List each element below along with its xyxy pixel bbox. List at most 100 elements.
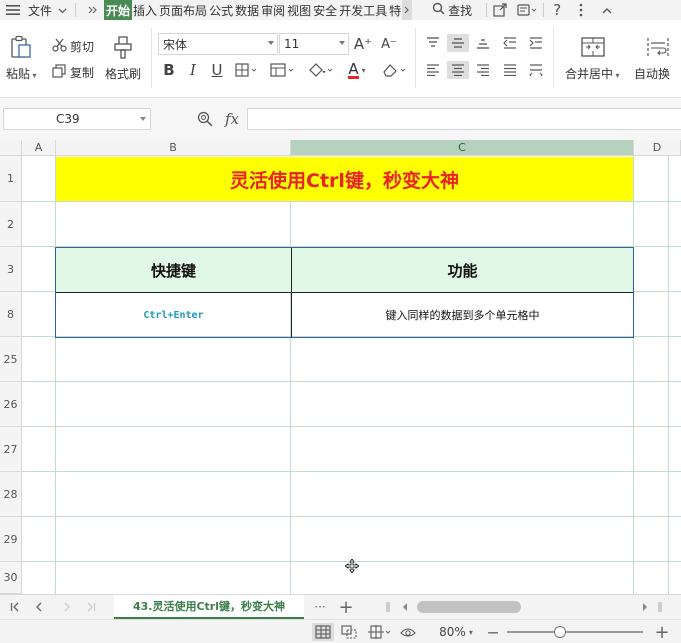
eye-protection-icon[interactable] (398, 623, 418, 641)
clear-format-icon[interactable] (380, 60, 410, 80)
underline-button[interactable]: U (208, 60, 226, 80)
tab-special[interactable]: 特 (388, 0, 402, 20)
tab-insert[interactable]: 插入 (132, 0, 158, 20)
format-painter-button[interactable]: 格式刷 (105, 65, 141, 82)
fill-pattern-icon[interactable] (269, 60, 297, 80)
last-sheet-icon[interactable] (84, 598, 98, 616)
italic-button[interactable]: I (184, 60, 202, 80)
align-right-icon[interactable] (474, 61, 492, 79)
row-header-25[interactable]: 25 (0, 337, 22, 382)
scissors-icon[interactable] (50, 37, 68, 53)
more-options-icon[interactable] (572, 0, 590, 20)
row-header-28[interactable]: 28 (0, 472, 22, 517)
merge-center-button[interactable]: 合并居中 ▾ (565, 65, 620, 82)
tab-formulas[interactable]: 公式 (208, 0, 234, 20)
scroll-split-handle-icon[interactable] (656, 598, 664, 616)
zoom-in-button[interactable]: + (654, 622, 670, 643)
row-header-27[interactable]: 27 (0, 427, 22, 472)
column-header-b[interactable]: B (56, 140, 291, 156)
formula-input[interactable] (247, 108, 681, 130)
align-top-icon[interactable] (424, 34, 442, 52)
row-header-30[interactable]: 30 (0, 562, 22, 594)
sheet-tab-active[interactable]: 43.灵活使用Ctrl键，秒变大神 (114, 595, 304, 619)
paste-button[interactable]: 粘贴 ▾ (6, 65, 37, 82)
zoom-magnifier-icon[interactable] (196, 109, 214, 129)
zoom-level-button[interactable]: 80% ▾ (436, 623, 476, 641)
zoom-slider-knob[interactable] (554, 626, 566, 638)
table-cell-shortcut[interactable]: Ctrl+Enter (56, 293, 291, 337)
row-header-8[interactable]: 8 (0, 292, 22, 337)
zoom-out-button[interactable]: — (486, 623, 500, 641)
wrap-text-icon[interactable] (645, 35, 671, 59)
collapse-ribbon-icon[interactable] (598, 0, 616, 20)
more-sheets-button[interactable]: ··· (311, 598, 329, 616)
align-bottom-icon[interactable] (474, 34, 492, 52)
first-sheet-icon[interactable] (8, 598, 22, 616)
align-middle-icon[interactable] (447, 34, 469, 52)
justify-icon[interactable] (501, 61, 519, 79)
font-name-combo[interactable]: 宋体 (158, 33, 278, 55)
font-size-combo[interactable]: 11 (279, 33, 349, 55)
decrease-indent-icon[interactable] (501, 34, 519, 52)
add-sheet-button[interactable]: + (337, 597, 355, 618)
search-button[interactable]: 查找 (432, 0, 472, 20)
column-header-c[interactable]: C (291, 140, 634, 156)
double-chevron-right-icon[interactable] (84, 0, 102, 20)
tab-split-handle-icon[interactable] (384, 598, 392, 616)
increase-font-size-button[interactable]: A⁺ (352, 33, 374, 55)
next-sheet-icon[interactable] (60, 598, 74, 616)
scroll-left-icon[interactable] (400, 598, 410, 616)
fill-color-icon[interactable] (306, 60, 336, 80)
tab-home[interactable]: 开始 (104, 0, 133, 20)
row-header-26[interactable]: 26 (0, 382, 22, 427)
format-painter-icon[interactable] (111, 34, 135, 60)
row-header-1[interactable]: 1 (0, 156, 22, 202)
align-center-icon[interactable] (447, 61, 469, 79)
font-color-button[interactable]: A ▾ (342, 60, 372, 80)
tab-page-layout[interactable]: 页面布局 (158, 0, 208, 20)
merge-center-icon[interactable] (580, 35, 606, 59)
increase-indent-icon[interactable] (527, 34, 545, 52)
scroll-right-icon[interactable] (640, 598, 650, 616)
insert-function-button[interactable]: fx (220, 109, 244, 129)
hamburger-menu-icon[interactable] (4, 0, 22, 20)
tab-data[interactable]: 数据 (234, 0, 260, 20)
distributed-align-icon[interactable] (527, 61, 545, 79)
name-box[interactable]: C39 (3, 108, 151, 130)
zoom-slider-track[interactable] (507, 631, 643, 633)
page-layout-view-icon[interactable] (366, 623, 394, 641)
table-cell-function[interactable]: 键入同样的数据到多个单元格中 (292, 293, 633, 337)
row-header-29[interactable]: 29 (0, 517, 22, 562)
borders-icon[interactable] (234, 60, 260, 80)
copy-icon[interactable] (50, 63, 68, 79)
copy-button[interactable]: 复制 (70, 64, 94, 81)
align-left-icon[interactable] (424, 61, 442, 79)
share-icon[interactable] (491, 0, 509, 20)
table-header-shortcut[interactable]: 快捷键 (56, 248, 291, 293)
row-header-2[interactable]: 2 (0, 202, 22, 247)
sheet-title-cell[interactable]: 灵活使用Ctrl键，秒变大神 (56, 157, 633, 201)
paste-icon[interactable] (8, 34, 34, 60)
normal-view-icon[interactable] (312, 623, 334, 641)
column-header-d[interactable]: D (634, 140, 681, 156)
tab-developer[interactable]: 开发工具 (338, 0, 388, 20)
row-header-3[interactable]: 3 (0, 247, 22, 292)
tab-security[interactable]: 安全 (312, 0, 338, 20)
file-menu[interactable]: 文件 (28, 0, 67, 20)
wrap-text-button[interactable]: 自动换 (634, 65, 670, 82)
table-header-function[interactable]: 功能 (292, 248, 633, 293)
column-header-a[interactable]: A (22, 140, 56, 156)
select-all-corner[interactable] (0, 140, 22, 156)
collaborate-dropdown-icon[interactable] (515, 0, 539, 20)
help-icon[interactable]: ? (548, 0, 566, 20)
page-break-view-icon[interactable] (339, 623, 359, 641)
cut-button[interactable]: 剪切 (70, 38, 94, 55)
spreadsheet-grid[interactable]: A B C D 1 2 3 8 25 26 27 28 29 30 灵活使用Ct… (0, 140, 681, 594)
tab-review[interactable]: 审阅 (260, 0, 286, 20)
bold-button[interactable]: B (160, 60, 178, 80)
more-tabs-chevron-icon[interactable] (402, 0, 413, 20)
horizontal-scrollbar-thumb[interactable] (417, 601, 521, 613)
tab-view[interactable]: 视图 (286, 0, 312, 20)
previous-sheet-icon[interactable] (32, 598, 46, 616)
decrease-font-size-button[interactable]: A⁻ (378, 33, 400, 55)
